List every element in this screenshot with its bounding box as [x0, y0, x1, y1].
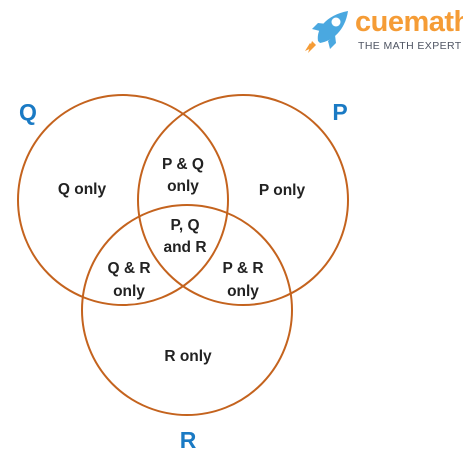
region-qr-line-2: only: [113, 283, 145, 300]
region-pqr-line-2: and R: [163, 239, 206, 256]
venn-diagram: Q P R Q only P only R only P & Q only P,…: [17, 94, 349, 453]
region-q-only: Q only: [58, 181, 107, 198]
region-r-only: R only: [164, 348, 212, 365]
region-qr-line-1: Q & R: [107, 260, 150, 277]
set-label-r: R: [180, 427, 197, 453]
region-pq-line-1: P & Q: [162, 156, 204, 173]
region-pr-line-2: only: [227, 283, 259, 300]
region-p-only: P only: [259, 182, 306, 199]
venn-diagram-page: cuemath THE MATH EXPERT Q P R Q only P o…: [0, 0, 463, 457]
set-label-q: Q: [19, 99, 37, 125]
region-pr-line-1: P & R: [222, 260, 263, 277]
region-pqr-line-1: P, Q: [170, 217, 199, 234]
region-pq-line-2: only: [167, 178, 199, 195]
circle-r: [81, 204, 293, 416]
set-label-p: P: [332, 99, 347, 125]
